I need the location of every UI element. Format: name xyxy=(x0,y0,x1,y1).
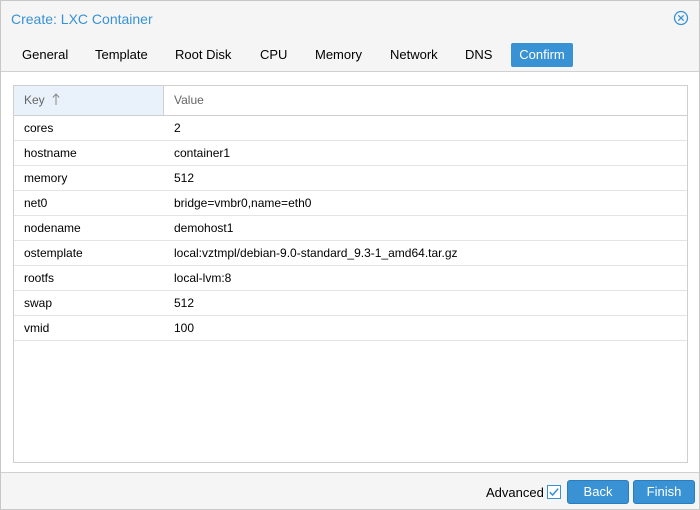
tab-memory[interactable]: Memory xyxy=(305,43,372,67)
row-value: 2 xyxy=(174,121,181,135)
tab-confirm[interactable]: Confirm xyxy=(511,43,573,67)
grid-header: Key Value xyxy=(14,86,687,116)
row-key: net0 xyxy=(24,196,48,210)
row-value: 100 xyxy=(174,321,195,335)
column-header-key[interactable]: Key xyxy=(14,86,164,115)
row-value: 512 xyxy=(174,296,195,310)
row-value: local-lvm:8 xyxy=(174,271,232,285)
row-key: nodename xyxy=(24,221,81,235)
table-row[interactable]: memory 512 xyxy=(14,166,687,191)
tab-network[interactable]: Network xyxy=(380,43,448,67)
row-key: cores xyxy=(24,121,54,135)
row-value: bridge=vmbr0,name=eth0 xyxy=(174,196,312,210)
back-button[interactable]: Back xyxy=(567,480,629,504)
row-key: vmid xyxy=(24,321,50,335)
create-lxc-dialog: Create: LXC Container General Template R… xyxy=(0,0,700,510)
confirm-panel: Key Value cores 2 hostname container1 me… xyxy=(1,71,699,473)
checkbox-checked-icon xyxy=(547,485,561,499)
dialog-titlebar: Create: LXC Container xyxy=(1,1,699,37)
row-key: rootfs xyxy=(24,271,55,285)
finish-button[interactable]: Finish xyxy=(633,480,695,504)
advanced-label: Advanced xyxy=(486,485,544,500)
row-value: 512 xyxy=(174,171,195,185)
wizard-tabs: General Template Root Disk CPU Memory Ne… xyxy=(1,37,699,71)
advanced-checkbox[interactable] xyxy=(547,485,561,499)
row-value: local:vztmpl/debian-9.0-standard_9.3-1_a… xyxy=(174,246,458,260)
row-key: ostemplate xyxy=(24,246,83,260)
close-button[interactable] xyxy=(673,10,689,26)
table-row[interactable]: hostname container1 xyxy=(14,141,687,166)
dialog-footer: Advanced Back Finish xyxy=(1,473,699,509)
table-row[interactable]: cores 2 xyxy=(14,116,687,141)
table-row[interactable]: net0 bridge=vmbr0,name=eth0 xyxy=(14,191,687,216)
table-row[interactable]: rootfs local-lvm:8 xyxy=(14,266,687,291)
sort-ascending-arrow-icon xyxy=(52,93,60,106)
table-row[interactable]: vmid 100 xyxy=(14,316,687,341)
row-value: container1 xyxy=(174,146,231,160)
tab-template[interactable]: Template xyxy=(85,43,158,67)
tab-cpu[interactable]: CPU xyxy=(250,43,297,67)
tab-dns[interactable]: DNS xyxy=(455,43,502,67)
table-row[interactable]: ostemplate local:vztmpl/debian-9.0-stand… xyxy=(14,241,687,266)
column-header-value[interactable]: Value xyxy=(164,86,687,115)
tab-root-disk[interactable]: Root Disk xyxy=(165,43,241,67)
dialog-title: Create: LXC Container xyxy=(11,11,153,27)
column-header-key-label: Key xyxy=(24,93,45,107)
table-row[interactable]: nodename demohost1 xyxy=(14,216,687,241)
row-value: demohost1 xyxy=(174,221,234,235)
row-key: memory xyxy=(24,171,68,185)
tab-general[interactable]: General xyxy=(12,43,78,67)
row-key: hostname xyxy=(24,146,77,160)
row-key: swap xyxy=(24,296,53,310)
table-row[interactable]: swap 512 xyxy=(14,291,687,316)
close-circle-icon xyxy=(673,10,689,26)
summary-grid: Key Value cores 2 hostname container1 me… xyxy=(13,85,688,463)
